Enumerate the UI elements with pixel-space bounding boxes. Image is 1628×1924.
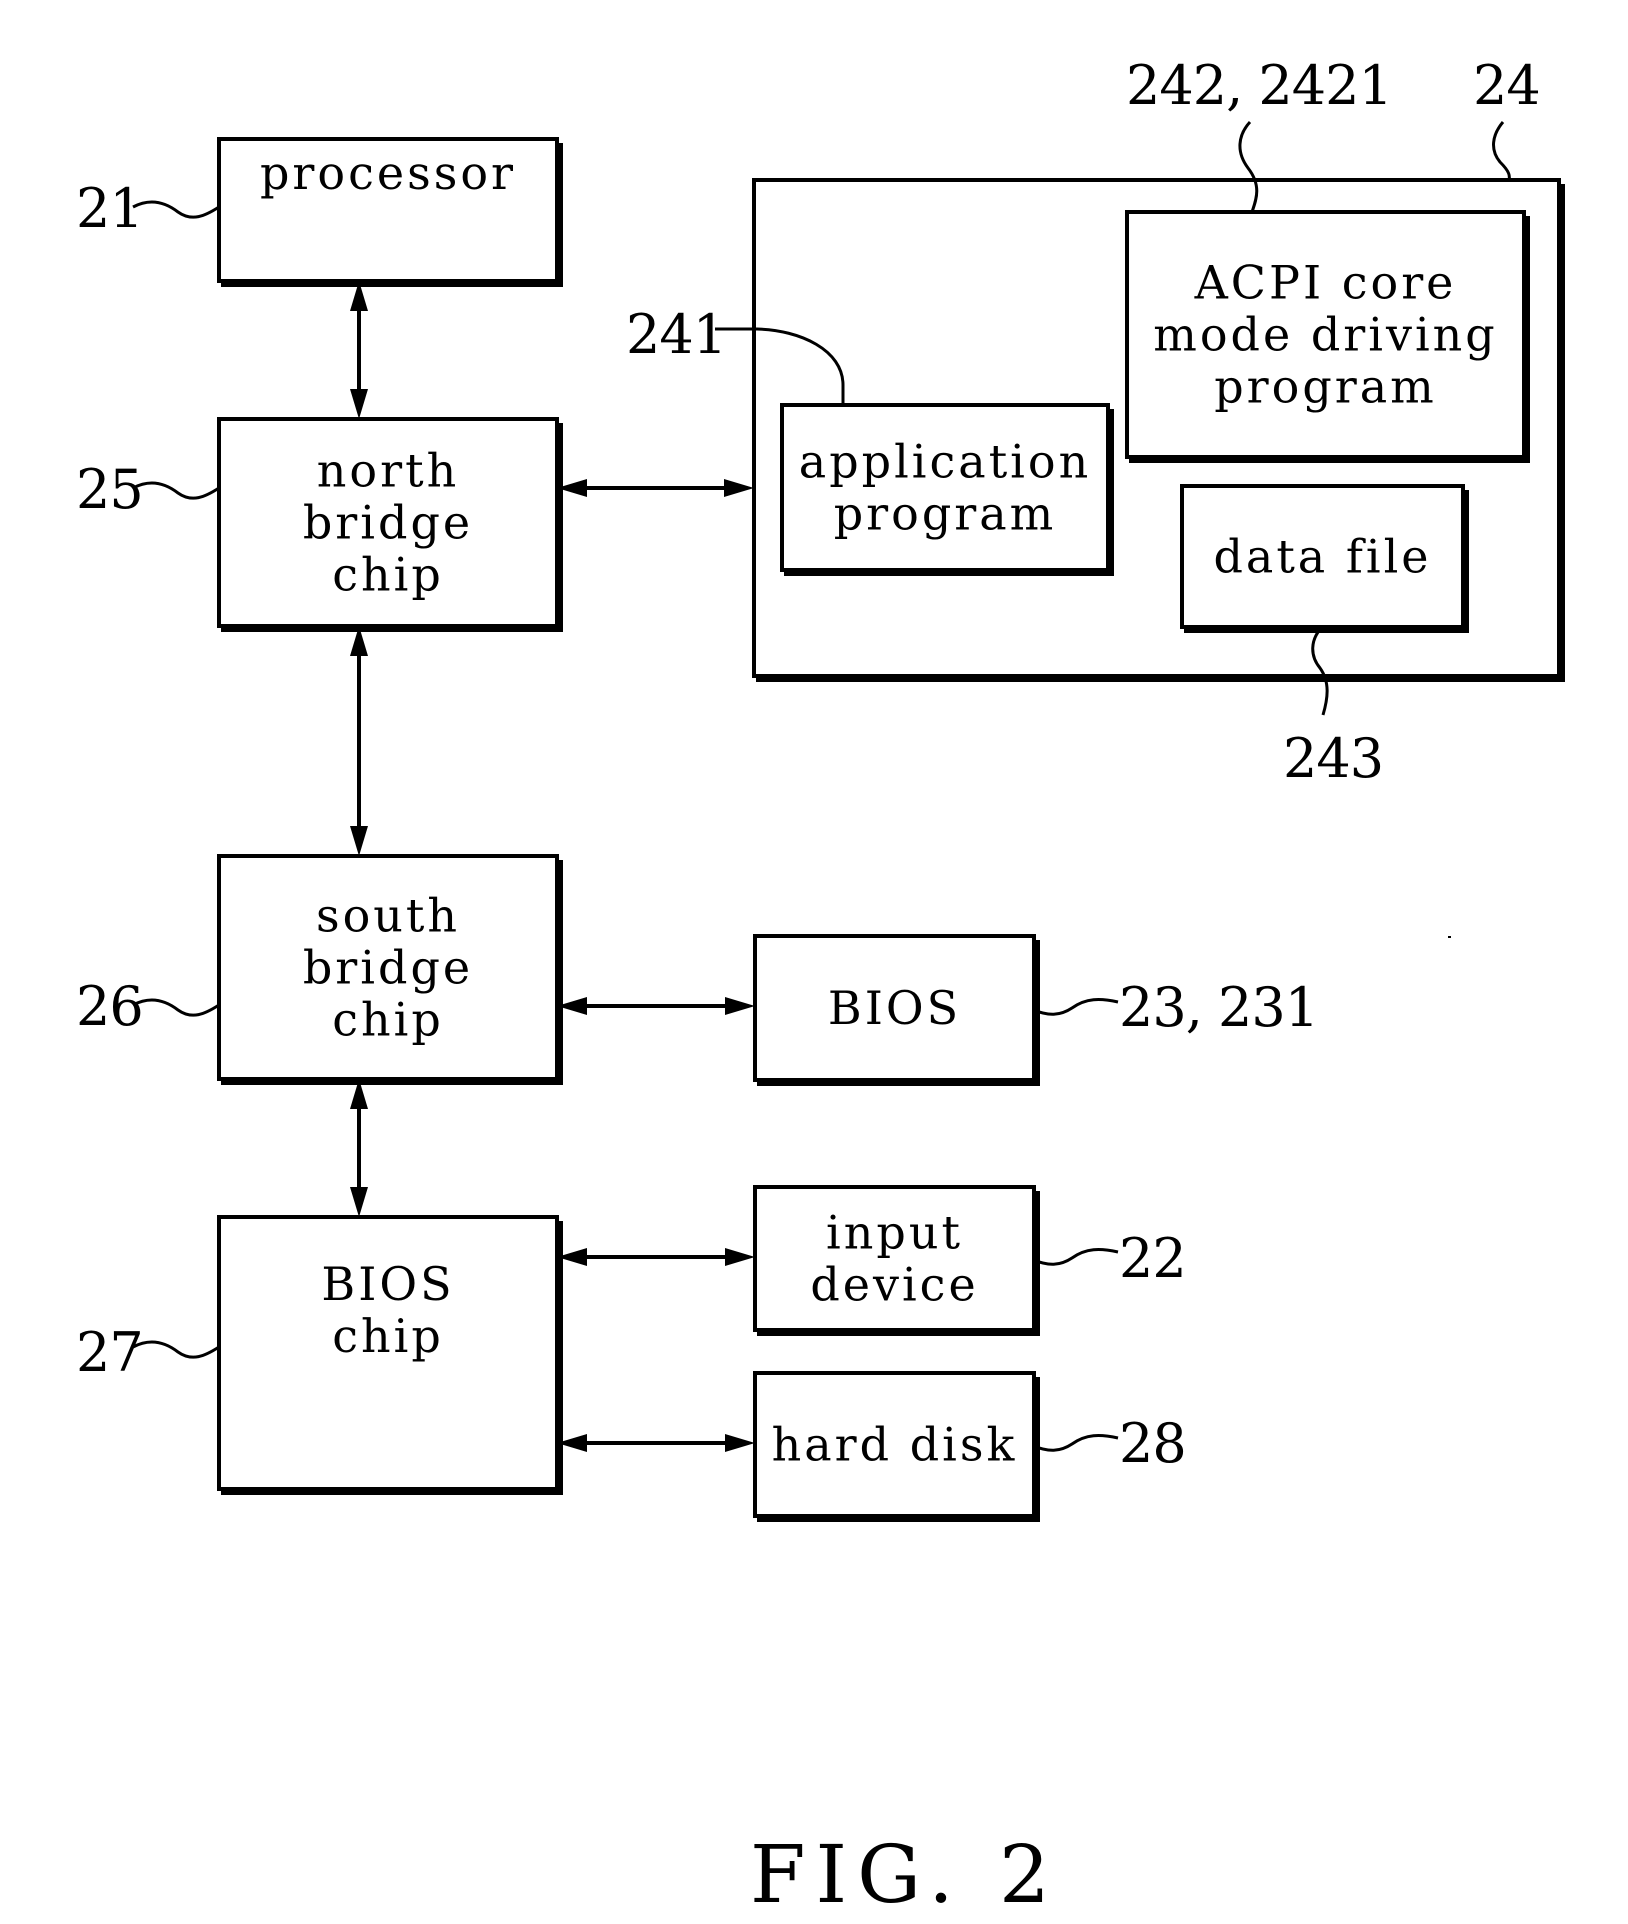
arrowhead-icon [725,997,755,1015]
processor-block: processor [217,137,563,287]
connector-bios-chip-input-device [557,1248,755,1266]
block-label-line: input [826,1206,963,1260]
application-program-block: applicationprogram [780,403,1114,576]
block-label-line: data file [1213,530,1431,584]
arrowhead-icon [350,1187,368,1217]
block-label-line: chip [332,548,444,602]
figure-caption: FIG. 2 [750,1828,1060,1921]
arrowhead-icon [724,479,754,497]
bios-block: BIOS [753,934,1040,1086]
connector-north-bridge-south-bridge [350,626,368,856]
leader-23-231 [1033,998,1119,1016]
connector-south-bridge-bios [557,997,755,1015]
block-label-line: BIOS [828,981,961,1035]
ref-label-26: 26 [76,975,143,1038]
ref-label-241: 241 [626,303,726,366]
hard-disk-block: hard disk [753,1371,1040,1522]
block-label-line: mode driving [1153,308,1498,362]
connector-bios-chip-hard-disk [557,1434,755,1452]
acpi-driver-block: ACPI coremode drivingprogram [1125,210,1530,463]
connector-north-bridge-memory [557,479,754,497]
arrowhead-icon [350,389,368,419]
bios-chip-block: BIOSchip [217,1215,563,1495]
block-label-line: north [317,444,459,498]
leader-26 [132,998,220,1017]
north-bridge-chip-block: northbridgechip [217,417,563,632]
arrowhead-icon [350,826,368,856]
block-label-line: bridge [303,941,473,995]
leader-24 [1492,121,1511,182]
input-device-block: inputdevice [753,1185,1040,1336]
leader-22 [1033,1248,1119,1266]
block-label-line: chip [332,1309,444,1363]
block-label-line: processor [260,146,516,200]
block-label-line: application [799,435,1091,489]
block-label-line: program [834,487,1057,541]
block-label-line: south [316,889,460,943]
arrowhead-icon [725,1248,755,1266]
south-bridge-chip-block: southbridgechip [217,854,563,1085]
ref-label-27: 27 [76,1321,143,1384]
leader-25 [132,481,220,500]
connector-processor-north-bridge [350,281,368,419]
leader-21 [132,200,220,219]
ref-label-24: 24 [1473,54,1540,117]
block-label-line: bridge [303,496,473,550]
connector-south-bridge-bios-chip [350,1079,368,1217]
ref-label-22: 22 [1119,1227,1186,1290]
scan-speck [1448,936,1451,938]
block-label-line: chip [332,993,444,1047]
block-label-line: hard disk [772,1418,1018,1472]
block-label-line: device [810,1258,978,1312]
ref-label-25: 25 [76,458,143,521]
block-label-line: program [1214,360,1437,414]
ref-label-23-231: 23, 231 [1119,976,1318,1039]
block-label-line: BIOS [321,1257,454,1311]
leader-28 [1033,1434,1119,1452]
ref-label-21: 21 [76,177,143,240]
arrowhead-icon [725,1434,755,1452]
ref-label-242-2421: 242, 2421 [1126,54,1392,117]
ref-label-28: 28 [1119,1412,1186,1475]
ref-label-243: 243 [1283,727,1383,790]
data-file-block: data file [1180,484,1469,633]
block-diagram: processor northbridgechip southbridgechi… [76,54,1565,1921]
block-label-line: ACPI core [1194,256,1457,310]
leader-27 [132,1340,220,1359]
